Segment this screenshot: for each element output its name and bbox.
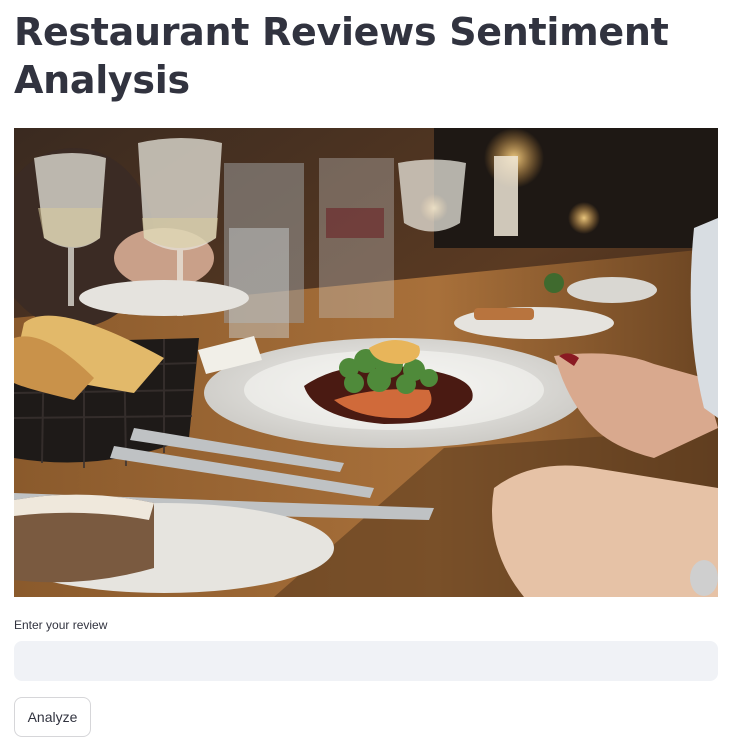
- review-input-label: Enter your review: [14, 618, 108, 632]
- app-page: Restaurant Reviews Sentiment Analysis En…: [0, 0, 753, 753]
- review-input[interactable]: [14, 641, 718, 681]
- page-title: Restaurant Reviews Sentiment Analysis: [14, 10, 669, 102]
- restaurant-photo: [14, 128, 718, 597]
- analyze-button[interactable]: Analyze: [14, 697, 91, 737]
